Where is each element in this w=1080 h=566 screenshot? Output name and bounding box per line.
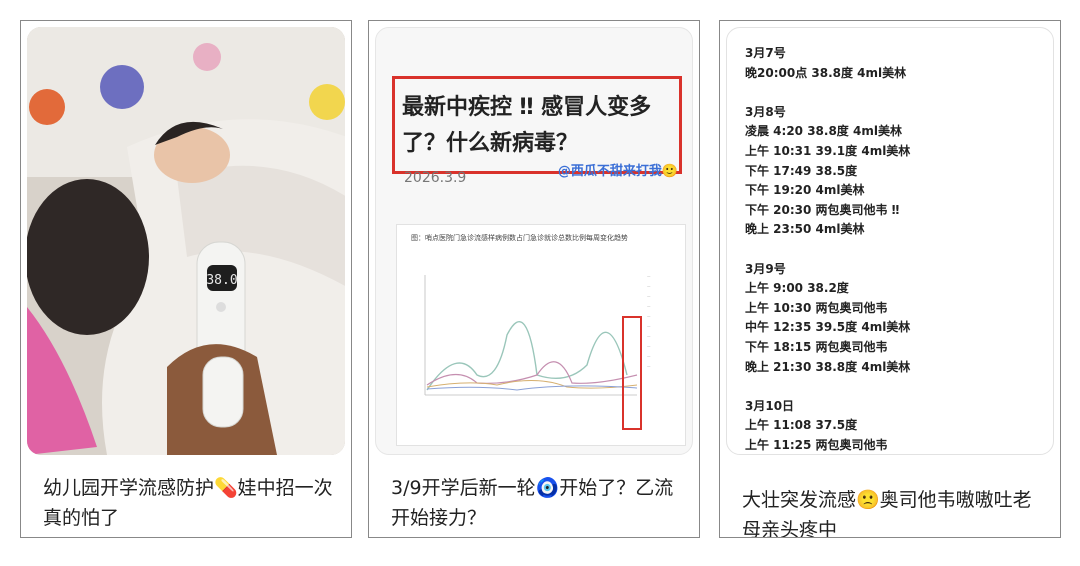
post-caption[interactable]: 大壮突发流感🙁奥司他韦嗷嗷吐老母亲头疼中 [742, 485, 1044, 537]
svg-text:—: — [647, 324, 651, 328]
svg-text:—: — [647, 274, 651, 278]
post-caption[interactable]: 3/9开学后新一轮🧿开始了？乙流开始接力？ [391, 473, 683, 533]
screenshot-headline: 最新中疾控 ‼ 感冒人变多了？什么新病毒？ [402, 95, 652, 156]
post-card-3[interactable]: 3月7号 晚20:00点 38.8度 4ml美林 3月8号 凌晨 4:20 38… [719, 20, 1061, 538]
svg-text:—: — [647, 334, 651, 338]
chart-lines: — — — — — — — — — — [424, 274, 651, 430]
post-card-1[interactable]: 38.0 幼儿园开学流感防护💊娃中招一次真的怕了 [20, 20, 352, 538]
screenshot-date: 2026.3.9 [404, 170, 467, 186]
svg-text:—: — [647, 314, 651, 318]
post-image-child-thermometer[interactable]: 38.0 [27, 27, 345, 455]
post-card-2[interactable]: 最新中疾控 ‼ 感冒人变多了？什么新病毒？ 2026.3.9 @西瓜不甜来打我🙂… [368, 20, 700, 538]
thermometer-reading: 38.0 [206, 273, 237, 288]
flu-trend-chart: 图：哨点医院门急诊流感样病例数占门急诊就诊总数比例每周变化趋势 — — — — — — … [396, 224, 686, 446]
svg-text:—: — [647, 344, 651, 348]
photo-illustration: 38.0 [27, 27, 345, 455]
svg-text:—: — [647, 304, 651, 308]
post-image-fever-log[interactable]: 3月7号 晚20:00点 38.8度 4ml美林 3月8号 凌晨 4:20 38… [726, 27, 1054, 455]
author-handle-watermark: @西瓜不甜来打我🙂 [557, 164, 678, 179]
svg-text:—: — [647, 354, 651, 358]
post-image-cdc-screenshot[interactable]: 最新中疾控 ‼ 感冒人变多了？什么新病毒？ 2026.3.9 @西瓜不甜来打我🙂… [375, 27, 693, 455]
svg-text:—: — [647, 284, 651, 288]
svg-text:—: — [647, 364, 651, 368]
svg-text:—: — [647, 294, 651, 298]
post-caption[interactable]: 幼儿园开学流感防护💊娃中招一次真的怕了 [43, 473, 335, 533]
fever-log-text: 3月7号 晚20:00点 38.8度 4ml美林 3月8号 凌晨 4:20 38… [745, 46, 911, 452]
